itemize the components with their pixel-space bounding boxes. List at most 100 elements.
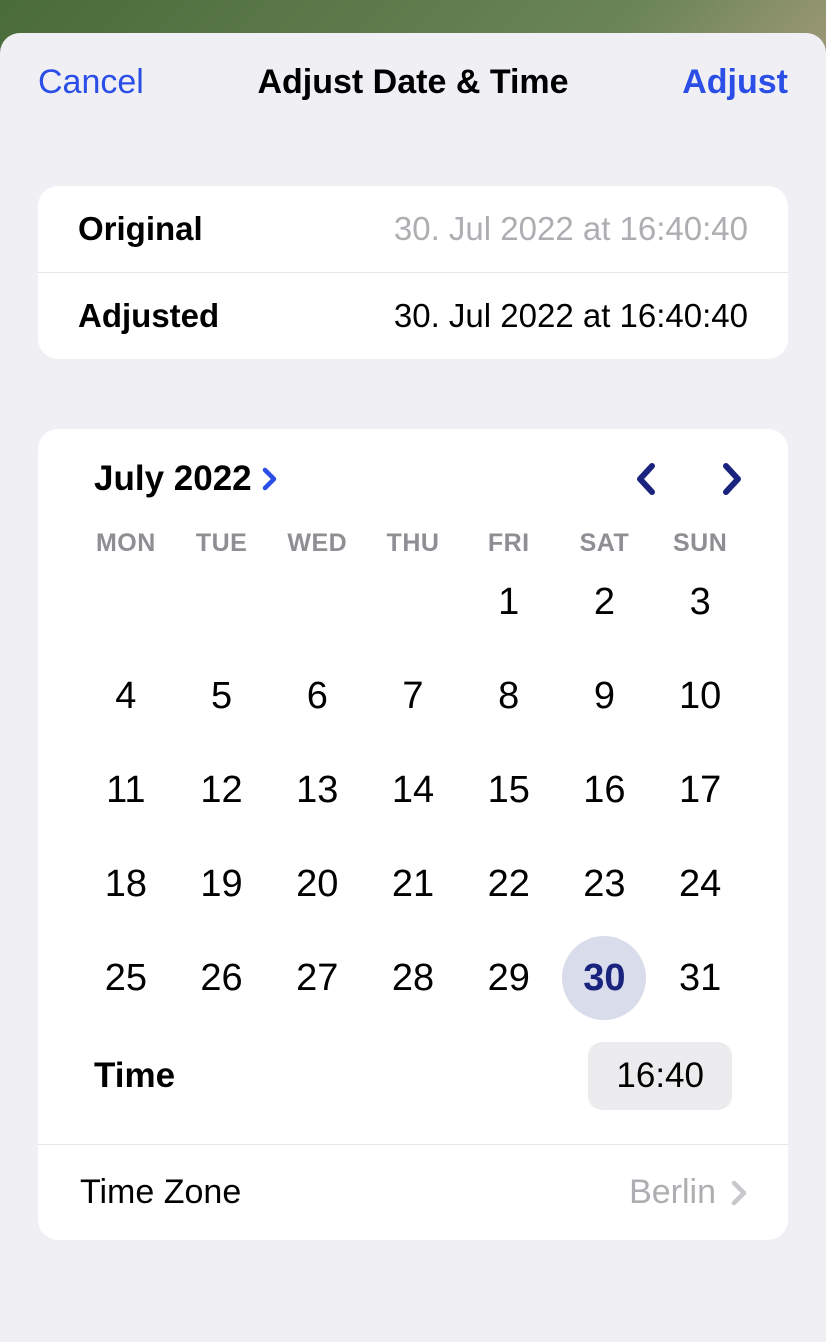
datetime-summary-section: Original 30. Jul 2022 at 16:40:40 Adjust… (38, 186, 788, 359)
weekday-label: SUN (652, 529, 748, 558)
calendar-day-empty (269, 572, 365, 632)
weekday-label: MON (78, 529, 174, 558)
adjusted-row: Adjusted 30. Jul 2022 at 16:40:40 (38, 272, 788, 359)
calendar-day-number: 3 (658, 560, 742, 644)
month-nav-buttons (630, 459, 748, 499)
calendar-header: July 2022 (38, 459, 788, 519)
adjusted-label: Adjusted (78, 297, 219, 335)
modal-sheet: Cancel Adjust Date & Time Adjust Origina… (0, 33, 826, 1342)
calendar-day[interactable]: 22 (461, 854, 557, 914)
original-label: Original (78, 210, 203, 248)
calendar-day[interactable]: 15 (461, 760, 557, 820)
adjusted-value: 30. Jul 2022 at 16:40:40 (394, 297, 748, 335)
calendar-day[interactable]: 13 (269, 760, 365, 820)
chevron-right-icon (730, 1179, 748, 1207)
timezone-value: Berlin (629, 1173, 716, 1212)
calendar-day[interactable]: 30 (557, 948, 653, 1008)
calendar-day[interactable]: 28 (365, 948, 461, 1008)
calendar-day-number: 1 (467, 560, 551, 644)
chevron-left-icon (633, 461, 657, 497)
calendar-day[interactable]: 23 (557, 854, 653, 914)
calendar-day-number: 5 (180, 654, 264, 738)
calendar-day-number: 22 (467, 842, 551, 926)
calendar-day-number: 29 (467, 936, 551, 1020)
calendar-day-empty (174, 572, 270, 632)
calendar-day-number: 6 (275, 654, 359, 738)
timezone-value-wrap: Berlin (629, 1173, 748, 1212)
calendar-day[interactable]: 11 (78, 760, 174, 820)
prev-month-button[interactable] (630, 459, 660, 499)
month-year-toggle[interactable]: July 2022 (94, 459, 278, 499)
calendar-day-number: 18 (84, 842, 168, 926)
nav-bar: Cancel Adjust Date & Time Adjust (0, 33, 826, 112)
calendar-day-number: 8 (467, 654, 551, 738)
calendar-day[interactable]: 31 (652, 948, 748, 1008)
calendar-day[interactable]: 24 (652, 854, 748, 914)
weekday-label: TUE (174, 529, 270, 558)
calendar-day[interactable]: 21 (365, 854, 461, 914)
calendar-day-number: 12 (180, 748, 264, 832)
calendar-day-empty (78, 572, 174, 632)
calendar-day[interactable]: 19 (174, 854, 270, 914)
calendar-day[interactable]: 9 (557, 666, 653, 726)
calendar-day-number: 15 (467, 748, 551, 832)
calendar-day-number: 23 (562, 842, 646, 926)
calendar-day[interactable]: 18 (78, 854, 174, 914)
calendar-day-number: 19 (180, 842, 264, 926)
calendar-day[interactable]: 10 (652, 666, 748, 726)
calendar-day-number: 28 (371, 936, 455, 1020)
calendar-day[interactable]: 29 (461, 948, 557, 1008)
weekday-label: FRI (461, 529, 557, 558)
calendar-day[interactable]: 6 (269, 666, 365, 726)
calendar-days-grid: 1234567891011121314151617181920212223242… (38, 564, 788, 1022)
original-row: Original 30. Jul 2022 at 16:40:40 (38, 186, 788, 272)
adjust-button[interactable]: Adjust (682, 63, 788, 102)
calendar-day[interactable]: 1 (461, 572, 557, 632)
chevron-right-icon (721, 461, 745, 497)
calendar-day-number: 20 (275, 842, 359, 926)
calendar-day-number: 14 (371, 748, 455, 832)
time-row: Time 16:40 (38, 1022, 788, 1144)
calendar-day[interactable]: 25 (78, 948, 174, 1008)
calendar-day[interactable]: 16 (557, 760, 653, 820)
calendar-day[interactable]: 4 (78, 666, 174, 726)
calendar-day-number: 24 (658, 842, 742, 926)
calendar-day[interactable]: 17 (652, 760, 748, 820)
time-picker-button[interactable]: 16:40 (588, 1042, 732, 1110)
calendar-day[interactable]: 14 (365, 760, 461, 820)
calendar-day[interactable]: 8 (461, 666, 557, 726)
calendar-day[interactable]: 27 (269, 948, 365, 1008)
calendar-day[interactable]: 7 (365, 666, 461, 726)
calendar-day-number: 26 (180, 936, 264, 1020)
timezone-row[interactable]: Time Zone Berlin (38, 1144, 788, 1240)
calendar-day[interactable]: 3 (652, 572, 748, 632)
calendar-day[interactable]: 2 (557, 572, 653, 632)
cancel-button[interactable]: Cancel (38, 63, 144, 102)
calendar-day-number: 13 (275, 748, 359, 832)
calendar-day-number: 27 (275, 936, 359, 1020)
calendar-day-empty (365, 572, 461, 632)
calendar-section: July 2022 (38, 429, 788, 1240)
calendar-day[interactable]: 12 (174, 760, 270, 820)
weekday-label: THU (365, 529, 461, 558)
calendar-day[interactable]: 26 (174, 948, 270, 1008)
weekday-header-row: MONTUEWEDTHUFRISATSUN (38, 519, 788, 564)
calendar-day[interactable]: 20 (269, 854, 365, 914)
calendar-day[interactable]: 5 (174, 666, 270, 726)
next-month-button[interactable] (718, 459, 748, 499)
weekday-label: SAT (557, 529, 653, 558)
weekday-label: WED (269, 529, 365, 558)
calendar-day-number: 7 (371, 654, 455, 738)
calendar-day-number: 10 (658, 654, 742, 738)
calendar-day-number: 11 (84, 748, 168, 832)
time-label: Time (94, 1056, 175, 1096)
calendar-day-number: 31 (658, 936, 742, 1020)
sheet-title: Adjust Date & Time (257, 63, 568, 102)
calendar-day-number: 30 (562, 936, 646, 1020)
calendar-day-number: 9 (562, 654, 646, 738)
calendar-day-number: 2 (562, 560, 646, 644)
chevron-right-icon (262, 467, 278, 491)
calendar-day-number: 17 (658, 748, 742, 832)
calendar-day-number: 4 (84, 654, 168, 738)
timezone-label: Time Zone (80, 1173, 241, 1212)
